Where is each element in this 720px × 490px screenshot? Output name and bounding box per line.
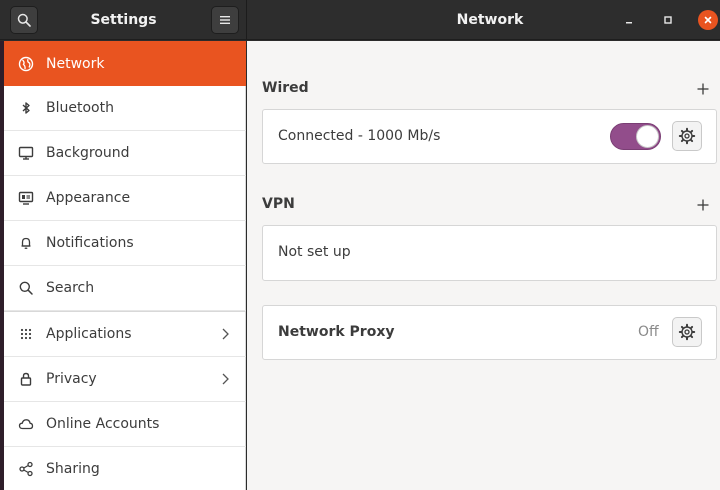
- share-icon: [17, 460, 35, 478]
- lock-icon: [17, 370, 35, 388]
- maximize-icon: [664, 16, 672, 24]
- search-icon: [17, 279, 35, 297]
- chevron-right-icon: [222, 373, 229, 385]
- maximize-button[interactable]: [659, 11, 677, 29]
- gear-icon: [678, 127, 696, 145]
- sidebar-item-privacy[interactable]: Privacy: [4, 357, 246, 402]
- sidebar: Network Bluetooth Background Appearance …: [4, 41, 246, 490]
- gear-icon: [678, 323, 696, 341]
- wired-settings-button[interactable]: [672, 121, 702, 151]
- network-proxy-settings-button[interactable]: [672, 317, 702, 347]
- sidebar-item-label: Applications: [46, 326, 132, 342]
- wired-section-title: Wired: [262, 80, 309, 96]
- sidebar-item-notifications[interactable]: Notifications: [4, 221, 246, 266]
- sidebar-item-appearance[interactable]: Appearance: [4, 176, 246, 221]
- minimize-icon: [626, 22, 632, 24]
- monitor-icon: [17, 144, 35, 162]
- add-vpn-button[interactable]: [696, 198, 710, 212]
- grid-icon: [17, 325, 35, 343]
- sidebar-header: Settings: [0, 0, 247, 40]
- sidebar-item-bluetooth[interactable]: Bluetooth: [4, 86, 246, 131]
- sidebar-item-label: Network: [46, 55, 105, 72]
- hamburger-menu-icon: [220, 16, 230, 24]
- sidebar-item-sharing[interactable]: Sharing: [4, 447, 246, 490]
- sidebar-item-label: Online Accounts: [46, 416, 160, 432]
- header-bar: Settings Network: [0, 0, 720, 40]
- network-proxy-title: Network Proxy: [278, 324, 395, 340]
- sidebar-item-background[interactable]: Background: [4, 131, 246, 176]
- network-proxy-row[interactable]: Network Proxy Off: [262, 305, 717, 360]
- settings-title: Settings: [90, 12, 157, 28]
- chevron-right-icon: [222, 328, 229, 340]
- sidebar-item-label: Sharing: [46, 461, 100, 477]
- bluetooth-icon: [17, 99, 35, 117]
- sidebar-item-applications[interactable]: Applications: [4, 312, 246, 357]
- wired-connection-row: Connected - 1000 Mb/s: [262, 109, 717, 164]
- sidebar-item-label: Background: [46, 145, 130, 161]
- sidebar-item-online-accounts[interactable]: Online Accounts: [4, 402, 246, 447]
- vpn-section-title: VPN: [262, 196, 295, 212]
- panel-title: Network: [456, 12, 524, 28]
- menu-button[interactable]: [211, 6, 239, 34]
- sidebar-item-label: Appearance: [46, 190, 131, 206]
- wired-status: Connected - 1000 Mb/s: [278, 128, 441, 144]
- add-wired-button[interactable]: [696, 82, 710, 96]
- sidebar-item-label: Notifications: [46, 235, 134, 251]
- globe-icon: [17, 55, 35, 73]
- appearance-icon: [17, 189, 35, 207]
- sidebar-item-label: Privacy: [46, 371, 97, 387]
- sidebar-item-network[interactable]: Network: [4, 41, 246, 86]
- network-panel: Wired Connected - 1000 Mb/s VPN Not set …: [247, 41, 720, 490]
- sidebar-item-label: Search: [46, 280, 95, 296]
- close-icon: [704, 16, 712, 24]
- close-button[interactable]: [698, 10, 718, 30]
- wired-toggle[interactable]: [610, 123, 661, 150]
- toggle-knob: [636, 125, 659, 148]
- minimize-button[interactable]: [620, 11, 638, 29]
- cloud-icon: [17, 415, 35, 433]
- network-proxy-value: Off: [638, 324, 659, 340]
- vpn-status: Not set up: [278, 244, 351, 260]
- sidebar-item-label: Bluetooth: [46, 100, 114, 116]
- bell-icon: [17, 234, 35, 252]
- sidebar-item-search[interactable]: Search: [4, 266, 246, 311]
- vpn-row: Not set up: [262, 225, 717, 281]
